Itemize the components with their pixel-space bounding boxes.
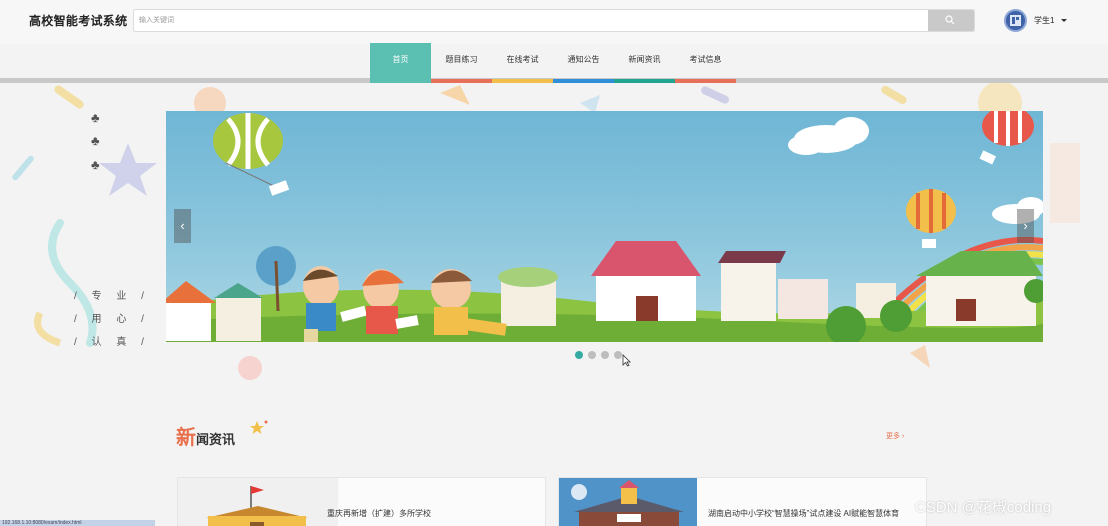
news-thumbnail — [559, 478, 697, 526]
nav-underline — [553, 79, 614, 83]
top-header: 高校智能考试系统 学生1 — [0, 0, 1108, 44]
app-title: 高校智能考试系统 — [29, 14, 128, 28]
nav-item-label: 题目练习 — [445, 55, 478, 64]
nav-item-exam-info[interactable]: 考试信息 — [675, 43, 736, 83]
banner-carousel[interactable] — [166, 111, 1043, 342]
motto-line: / 专 业 / — [74, 291, 150, 302]
news-card-title[interactable]: 重庆再新增（扩建）多所学校 — [327, 507, 537, 521]
nav-item-label: 首页 — [392, 55, 409, 64]
carousel-dot[interactable] — [614, 351, 622, 359]
nav-underline — [370, 79, 431, 83]
nav-item-online-exam[interactable]: 在线考试 — [492, 43, 553, 83]
carousel-dot[interactable] — [588, 351, 596, 359]
nav-item-home[interactable]: 首页 — [370, 43, 431, 83]
motto-line: / 认 真 / — [74, 337, 150, 348]
carousel-dots — [575, 351, 622, 359]
club-icon: ♣ — [91, 157, 100, 172]
carousel-prev-button[interactable]: ‹ — [174, 209, 191, 243]
search-button[interactable] — [928, 10, 974, 31]
school-building-icon — [571, 480, 684, 526]
nav-item-label: 在线考试 — [506, 55, 539, 64]
nav-item-label: 新闻资讯 — [628, 55, 661, 64]
news-card-title[interactable]: 湖南启动中小学校“智慧操场”试点建设 AI赋能智慧体育 — [708, 507, 918, 521]
chevron-down-icon — [1061, 19, 1067, 22]
news-title-rest: 闻资讯 — [196, 432, 236, 447]
nav-item-notices[interactable]: 通知公告 — [553, 43, 614, 83]
status-bar: 192.168.1.10:8080/exam/index.html — [0, 520, 155, 526]
search-icon — [945, 15, 955, 25]
club-icon: ♣ — [91, 110, 100, 125]
carousel-dot[interactable] — [575, 351, 583, 359]
carousel-dot[interactable] — [601, 351, 609, 359]
nav-underline — [492, 79, 553, 83]
news-card[interactable]: 湖南启动中小学校“智慧操场”试点建设 AI赋能智慧体育 — [558, 477, 927, 526]
news-title-big: 新 — [176, 427, 196, 449]
news-card[interactable]: 重庆再新增（扩建）多所学校 — [177, 477, 546, 526]
news-thumbnail — [178, 478, 338, 526]
motto-line: / 用 心 / — [74, 314, 150, 325]
nav-underline — [675, 79, 736, 83]
club-icon: ♣ — [91, 133, 100, 148]
school-flag-icon — [206, 486, 308, 526]
carousel-next-button[interactable]: › — [1017, 209, 1034, 243]
star-icon — [250, 420, 268, 434]
nav-item-label: 通知公告 — [567, 55, 600, 64]
banner-image — [166, 111, 1043, 342]
main-nav: 首页 题目练习 在线考试 通知公告 新闻资讯 考试信息 — [370, 43, 736, 83]
avatar — [1004, 9, 1027, 32]
search-input[interactable] — [134, 10, 929, 31]
news-section-title: 新闻资讯 — [176, 421, 235, 450]
nav-item-label: 考试信息 — [689, 55, 722, 64]
user-name: 学生1 — [1034, 16, 1055, 25]
nav-underline — [614, 79, 675, 83]
mouse-cursor-icon — [622, 354, 631, 367]
nav-item-practice[interactable]: 题目练习 — [431, 43, 492, 83]
news-more-link[interactable]: 更多 › — [886, 431, 904, 441]
nav-underline — [431, 79, 492, 83]
search-box — [133, 9, 975, 32]
star-icon — [99, 143, 157, 196]
watermark: CSDN @花椒coding — [915, 499, 1052, 516]
nav-item-news[interactable]: 新闻资讯 — [614, 43, 675, 83]
